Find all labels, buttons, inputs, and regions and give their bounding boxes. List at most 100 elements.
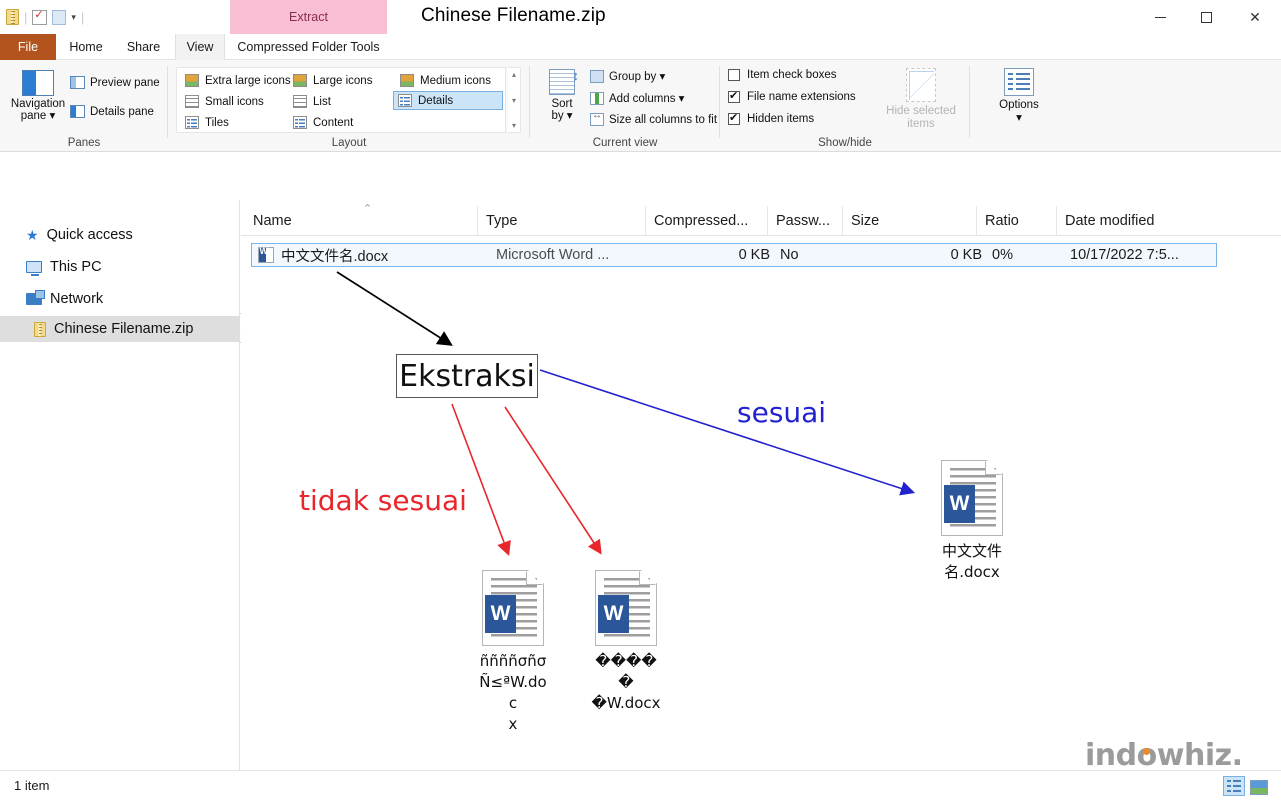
word-document-icon: W [595,570,657,646]
item-check-boxes-option[interactable]: Item check boxes [728,69,836,81]
hide-selected-items-button: Hide selected items [880,68,962,131]
large-icons-view-button[interactable] [1249,776,1271,796]
qat-divider-2: | [80,9,85,25]
file-name-extensions-checkbox[interactable] [728,89,740,103]
add-columns-button[interactable]: Add columns ▾ [590,91,684,105]
result-filename-line2: Ñ≤ªW.doc [479,673,547,712]
sidebar-item-label: This PC [50,259,102,275]
tab-home[interactable]: Home [60,34,112,60]
new-folder-icon[interactable] [52,9,67,25]
table-row[interactable]: 中文文件名.docx Microsoft Word ... 0 KB No 0 … [251,243,1217,267]
details-pane-button[interactable]: Details pane [70,105,154,118]
gallery-scroll-up-icon[interactable]: ▴ [512,70,516,79]
layout-large-icons[interactable]: Large icons [289,71,376,90]
network-icon [26,290,45,305]
tab-view[interactable]: View [175,34,225,60]
preview-pane-icon [70,76,85,89]
layout-medium-icons[interactable]: Medium icons [396,71,495,90]
add-columns-label: Add columns ▾ [609,93,685,105]
layout-list[interactable]: List [289,92,335,111]
column-header-type[interactable]: Type [477,206,645,236]
add-columns-icon [590,91,604,105]
group-by-button[interactable]: Group by ▾ [590,69,665,83]
sort-by-icon [549,68,579,95]
cell-password: No [780,247,799,263]
extra-large-icons-icon [185,74,199,87]
tiles-label: Tiles [205,116,229,129]
layout-details[interactable]: Details [393,91,503,110]
sidebar-item-label: Quick access [46,227,133,243]
gallery-more-icon[interactable]: ▾ [512,121,516,130]
tab-file[interactable]: File [0,34,56,60]
contextual-tab-extract[interactable]: Extract [230,0,387,34]
result-filename-line3: x [508,715,518,733]
qat-divider: | [24,9,28,25]
properties-icon[interactable] [32,8,48,25]
content-label: Content [313,116,354,129]
window-title: Chinese Filename.zip [421,5,606,26]
medium-icons-label: Medium icons [420,74,491,87]
status-bar: 1 item [0,770,1281,801]
ribbon: Navigation pane ▾ Preview pane Details p… [0,60,1281,152]
details-icon [398,94,412,107]
tab-compressed-folder-tools[interactable]: Compressed Folder Tools [230,34,387,60]
size-all-columns-button[interactable]: Size all columns to fit [590,110,717,126]
sidebar-item-network[interactable]: Network [0,286,240,312]
preview-pane-button[interactable]: Preview pane [70,76,160,89]
small-icons-label: Small icons [205,95,264,108]
options-chevron-down-icon[interactable]: ▾ [1016,112,1022,124]
options-label: Options [999,99,1039,111]
result-file-garbled-1: W ññññσñσ Ñ≤ªW.doc x [478,570,548,735]
hidden-items-option[interactable]: Hidden items [728,111,814,125]
ribbon-group-options: Options ▾ [970,60,1070,152]
hidden-items-checkbox[interactable] [728,111,740,125]
list-label: List [313,95,331,108]
sidebar-item-label: Network [50,291,104,307]
sidebar-item-chinese-filename-zip[interactable]: Chinese Filename.zip [0,316,240,342]
label-tidak-sesuai: tidak sesuai [299,484,467,517]
layout-tiles[interactable]: Tiles [181,113,233,132]
options-icon [1004,68,1034,96]
navigation-pane-button[interactable]: Navigation pane ▾ [10,66,66,134]
content-icon [293,116,307,129]
result-filename-line1: ññññσñσ [479,652,547,670]
watermark-text-o: o [1136,738,1158,773]
column-header-size[interactable]: Size [842,206,976,236]
close-button[interactable]: ✕ [1229,0,1281,34]
sidebar-item-quick-access[interactable]: ★ Quick access [0,222,240,248]
details-pane-icon [70,105,85,118]
layout-content[interactable]: Content [289,113,357,132]
tab-share[interactable]: Share [116,34,171,60]
ribbon-group-panes: Navigation pane ▾ Preview pane Details p… [0,60,168,152]
word-document-icon: W [482,570,544,646]
navigation-pane-label-line2: pane [20,110,47,122]
ribbon-group-label-panes: Panes [67,137,101,149]
layout-extra-large-icons[interactable]: Extra large icons [181,71,295,90]
column-header-name[interactable]: ⌃ Name [241,203,477,236]
gallery-scroll-down-icon[interactable]: ▾ [512,96,516,105]
customize-qat-chevron-down-icon[interactable]: ▾ [71,12,76,23]
ribbon-group-current-view: Sort by ▾ Group by ▾ Add columns ▾ Size … [530,60,720,152]
navigation-pane-icon [22,70,54,96]
ribbon-group-show-hide: Item check boxes File name extensions Hi… [720,60,970,152]
column-header-date-modified[interactable]: Date modified [1056,206,1246,236]
column-header-password[interactable]: Passw... [767,206,842,236]
file-name-extensions-option[interactable]: File name extensions [728,89,856,103]
layout-gallery-scrollbar[interactable]: ▴ ▾ ▾ [508,67,521,133]
details-view-button[interactable] [1223,776,1245,796]
ribbon-group-layout: Extra large icons Small icons Tiles Larg… [168,60,530,152]
item-check-boxes-checkbox[interactable] [728,69,740,81]
column-header-compressed[interactable]: Compressed... [645,206,767,236]
minimize-button[interactable] [1137,0,1183,34]
ribbon-group-label-current-view: Current view [592,137,658,149]
column-header-ratio[interactable]: Ratio [976,206,1056,236]
quick-access-toolbar: | ▾ | [6,7,84,27]
hide-selected-items-label-line1: Hide selected [886,105,956,117]
maximize-button[interactable] [1183,0,1229,34]
label-sesuai: sesuai [737,396,827,429]
layout-small-icons[interactable]: Small icons [181,92,268,111]
sidebar-item-this-pc[interactable]: This PC [0,254,240,280]
options-button[interactable]: Options ▾ [984,66,1054,125]
sort-by-button[interactable]: Sort by ▾ [538,66,586,122]
cell-name[interactable]: 中文文件名.docx [258,244,488,266]
